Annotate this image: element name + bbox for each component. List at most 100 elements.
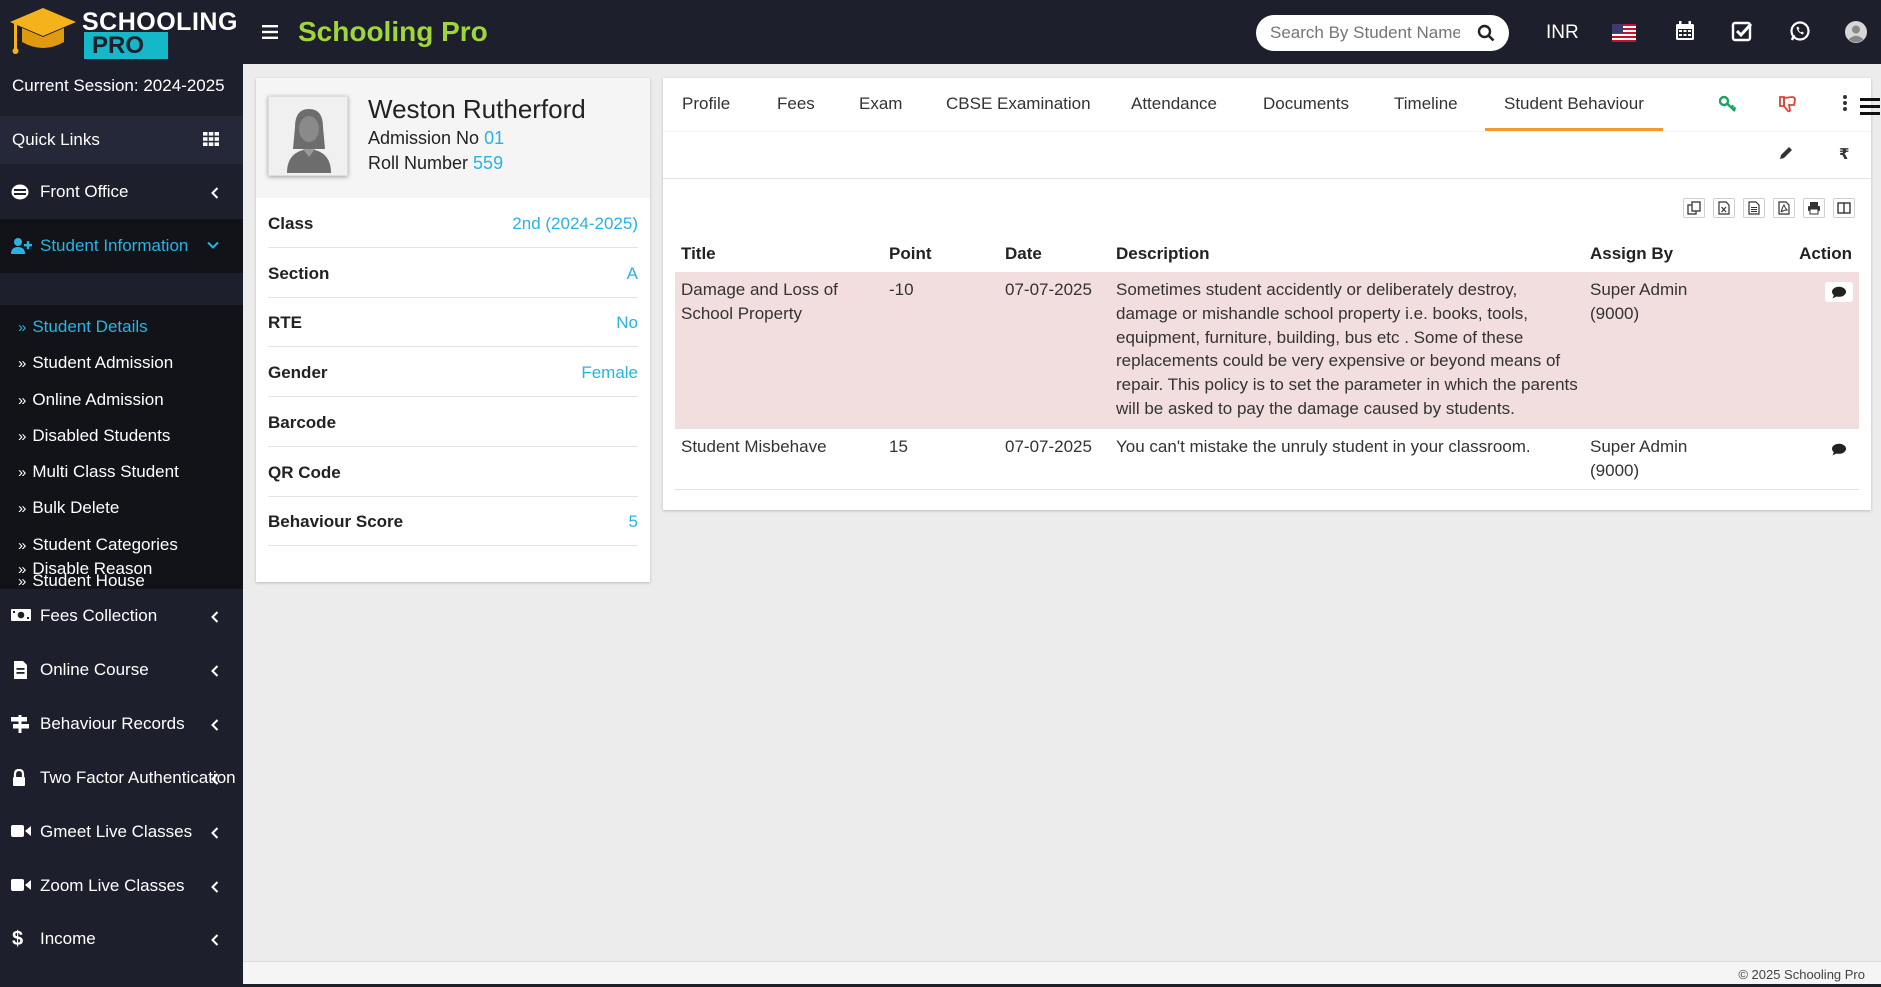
comment-button[interactable] bbox=[1825, 439, 1853, 459]
nav-label: Behaviour Records bbox=[40, 714, 185, 733]
tab-exam[interactable]: Exam bbox=[859, 94, 902, 114]
chevron-left-icon bbox=[211, 611, 219, 623]
video-icon bbox=[11, 825, 31, 837]
admission-number: Admission No 01 bbox=[368, 128, 505, 148]
search-icon[interactable] bbox=[1477, 24, 1495, 42]
col-header-point[interactable]: Point bbox=[889, 244, 932, 264]
row-point: -10 bbox=[889, 280, 914, 299]
row-divider bbox=[675, 428, 1859, 429]
info-row-section: Section A bbox=[268, 248, 638, 298]
nav-behaviour-records[interactable]: Behaviour Records bbox=[0, 697, 243, 751]
excel-file-icon bbox=[1718, 201, 1730, 215]
lock-icon bbox=[13, 769, 25, 786]
chevron-left-icon bbox=[211, 773, 219, 785]
nav-gmeet-live-classes[interactable]: Gmeet Live Classes bbox=[0, 805, 243, 859]
nav-two-factor-authentication[interactable]: Two Factor Authentication bbox=[0, 751, 243, 805]
comment-icon bbox=[1832, 286, 1846, 298]
chevron-left-icon bbox=[211, 719, 219, 731]
chevron-left-icon bbox=[211, 665, 219, 677]
col-header-description[interactable]: Description bbox=[1116, 244, 1210, 264]
nav-label: Front Office bbox=[40, 182, 129, 201]
double-chevron-icon: » bbox=[18, 392, 27, 409]
info-row-qr-code: QR Code bbox=[268, 447, 638, 497]
columns-icon bbox=[1837, 202, 1851, 214]
copy-button[interactable] bbox=[1683, 198, 1705, 218]
quick-links[interactable]: Quick Links bbox=[0, 116, 243, 164]
double-chevron-icon: » bbox=[18, 319, 27, 336]
submenu-student-admission[interactable]: » Student Admission bbox=[18, 353, 173, 373]
double-chevron-icon: » bbox=[18, 464, 27, 481]
quick-links-label: Quick Links bbox=[12, 130, 100, 149]
row-title: Student Misbehave bbox=[681, 437, 827, 456]
row-date: 07-07-2025 bbox=[1005, 437, 1092, 456]
double-chevron-icon: » bbox=[18, 500, 27, 517]
sidebar: Current Session: 2024-2025 Quick Links F… bbox=[0, 64, 243, 987]
print-button[interactable] bbox=[1803, 198, 1825, 218]
submenu-student-categories[interactable]: » Student Categories bbox=[18, 535, 178, 555]
tab-documents[interactable]: Documents bbox=[1263, 94, 1349, 114]
nav-income[interactable]: $ Income bbox=[0, 912, 243, 966]
rupee-icon[interactable]: ₹ bbox=[1838, 145, 1850, 161]
class-value[interactable]: 2nd (2024-2025) bbox=[512, 214, 638, 234]
tab-timeline[interactable]: Timeline bbox=[1394, 94, 1458, 114]
menu-lines-icon[interactable] bbox=[1860, 98, 1881, 116]
tab-cbse-examination[interactable]: CBSE Examination bbox=[946, 94, 1091, 114]
front-office-icon bbox=[11, 184, 29, 200]
col-header-date[interactable]: Date bbox=[1005, 244, 1042, 264]
pdf-button[interactable] bbox=[1773, 198, 1795, 218]
pencil-edit-icon[interactable] bbox=[1778, 145, 1794, 161]
row-description: You can't mistake the unruly student in … bbox=[1116, 437, 1531, 456]
submenu-disable-reason[interactable]: » Disable Reason bbox=[18, 559, 152, 579]
svg-text:$: $ bbox=[12, 928, 23, 948]
submenu-disabled-students[interactable]: » Disabled Students bbox=[18, 426, 170, 446]
csv-button[interactable] bbox=[1743, 198, 1765, 218]
submenu-student-details[interactable]: » Student Details bbox=[18, 317, 148, 337]
checkbox-tasks-icon[interactable] bbox=[1731, 20, 1753, 42]
double-chevron-icon: » bbox=[18, 537, 27, 554]
tab-student-behaviour[interactable]: Student Behaviour bbox=[1504, 94, 1644, 114]
calendar-icon[interactable] bbox=[1674, 20, 1696, 42]
submenu-bulk-delete[interactable]: » Bulk Delete bbox=[18, 498, 119, 518]
print-icon bbox=[1808, 202, 1820, 215]
nav-online-course[interactable]: Online Course bbox=[0, 643, 243, 697]
more-options-icon[interactable] bbox=[1842, 94, 1848, 112]
col-header-action: Action bbox=[1799, 244, 1852, 263]
graduation-cap-icon bbox=[10, 8, 76, 54]
copyright-text: © 2025 Schooling Pro bbox=[1738, 967, 1865, 982]
comment-button[interactable] bbox=[1825, 282, 1853, 302]
tab-profile[interactable]: Profile bbox=[682, 94, 730, 114]
whatsapp-icon[interactable] bbox=[1789, 20, 1811, 42]
nav-zoom-live-classes[interactable]: Zoom Live Classes bbox=[0, 859, 243, 913]
nav-student-information[interactable]: Student Information bbox=[0, 219, 243, 273]
thumbs-down-icon[interactable] bbox=[1779, 95, 1797, 113]
nav-label: Gmeet Live Classes bbox=[40, 822, 193, 841]
search-bar bbox=[1256, 15, 1509, 51]
chevron-left-icon bbox=[211, 881, 219, 893]
student-profile-card: Weston Rutherford Admission No 01 Roll N… bbox=[256, 78, 650, 582]
submenu-multi-class-student[interactable]: » Multi Class Student bbox=[18, 462, 179, 482]
profile-header: Weston Rutherford Admission No 01 Roll N… bbox=[256, 78, 650, 198]
key-icon[interactable] bbox=[1719, 95, 1737, 113]
submenu-online-admission[interactable]: » Online Admission bbox=[18, 390, 164, 410]
row-divider bbox=[675, 489, 1859, 490]
excel-button[interactable] bbox=[1713, 198, 1735, 218]
tab-fees[interactable]: Fees bbox=[777, 94, 815, 114]
us-flag-icon[interactable] bbox=[1612, 24, 1636, 42]
info-row-behaviour-score: Behaviour Score 5 bbox=[268, 496, 638, 546]
video-icon bbox=[11, 879, 31, 891]
nav-fees-collection[interactable]: Fees Collection bbox=[0, 589, 243, 643]
columns-button[interactable] bbox=[1833, 198, 1855, 218]
user-plus-icon bbox=[11, 238, 32, 254]
user-avatar-icon[interactable] bbox=[1844, 20, 1868, 44]
student-photo[interactable] bbox=[268, 96, 348, 176]
tab-attendance[interactable]: Attendance bbox=[1131, 94, 1217, 114]
search-input[interactable] bbox=[1270, 23, 1460, 43]
pdf-file-icon bbox=[1778, 201, 1790, 215]
logo[interactable]: SCHOOLING PRO bbox=[8, 4, 237, 60]
info-row-rte: RTE No bbox=[268, 297, 638, 347]
hamburger-menu-icon[interactable] bbox=[262, 24, 280, 40]
currency-selector[interactable]: INR bbox=[1546, 22, 1579, 44]
col-header-assign-by[interactable]: Assign By bbox=[1590, 244, 1673, 264]
col-header-title[interactable]: Title bbox=[681, 244, 716, 264]
nav-front-office[interactable]: Front Office bbox=[0, 165, 243, 219]
